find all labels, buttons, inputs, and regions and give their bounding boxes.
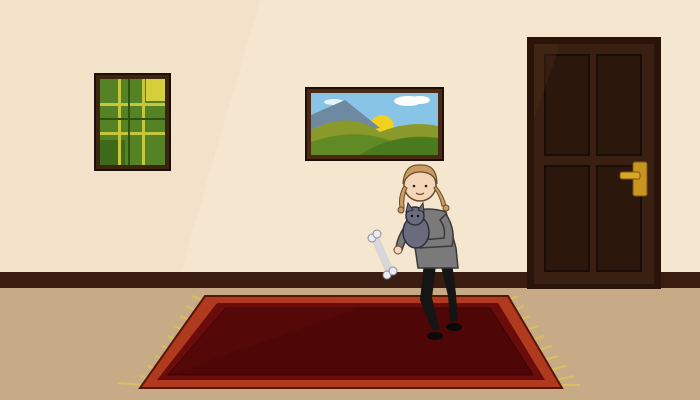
- landscape-painting[interactable]: [305, 87, 444, 161]
- game-scene: [0, 0, 700, 400]
- scene-canvas: [0, 0, 700, 400]
- plaid-painting[interactable]: [94, 73, 171, 171]
- wooden-door[interactable]: [527, 37, 661, 289]
